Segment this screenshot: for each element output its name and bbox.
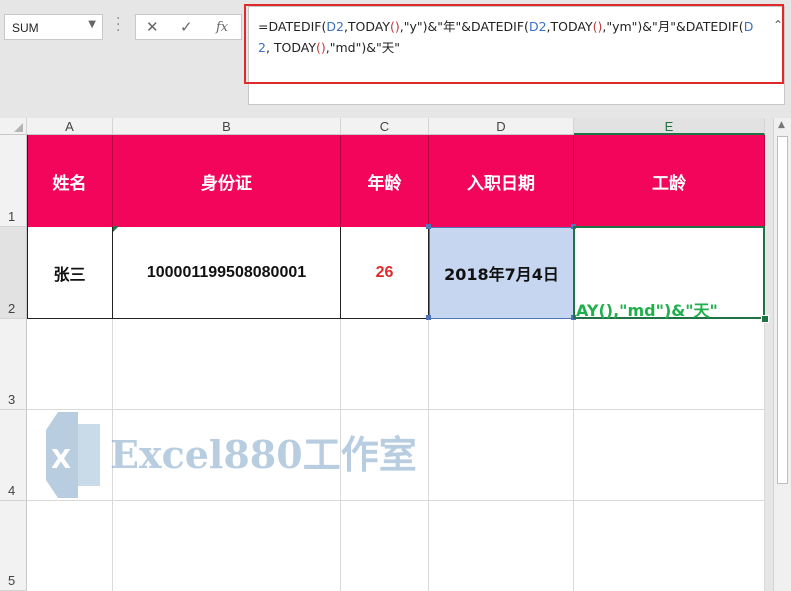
formula-part: D2 <box>326 19 344 34</box>
resize-handle[interactable] <box>426 315 431 320</box>
row-header-3[interactable]: 3 <box>0 319 27 410</box>
cell-name[interactable]: 张三 <box>27 227 113 319</box>
close-icon[interactable]: ✕ <box>146 18 159 36</box>
error-indicator-icon <box>113 226 119 232</box>
row-header-1[interactable]: 1 <box>0 135 27 227</box>
scroll-up-icon[interactable]: ▲ <box>778 120 785 130</box>
cell-hire-date[interactable]: 2018年7月4日 <box>429 227 574 319</box>
column-header-b[interactable]: B <box>113 118 341 135</box>
formula-buttons: ✕ ✓ fx <box>135 14 242 40</box>
column-header-a[interactable]: A <box>27 118 113 135</box>
check-icon[interactable]: ✓ <box>180 18 193 36</box>
drag-handle-icon[interactable]: · · · <box>116 12 122 38</box>
formula-part: () <box>390 19 400 34</box>
cell-editing-text[interactable]: AY(),"md")&"天" <box>576 297 718 321</box>
resize-handle[interactable] <box>571 224 576 229</box>
formula-part: ,TODAY <box>343 19 391 34</box>
name-box[interactable]: SUM ▼ <box>4 14 103 40</box>
header-cell-age[interactable]: 年龄 <box>341 135 429 227</box>
scrollbar-thumb[interactable] <box>777 136 788 484</box>
formula-part: =DATEDIF( <box>258 19 327 34</box>
column-header-e[interactable]: E <box>574 118 765 135</box>
vertical-scrollbar[interactable]: ▲ <box>773 118 791 591</box>
formula-part: ,TODAY <box>546 19 593 34</box>
formula-part: ,"md")&"天" <box>325 40 400 55</box>
fx-icon[interactable]: fx <box>216 20 228 35</box>
cell-age[interactable]: 26 <box>341 227 429 319</box>
formula-part: ,"y")&"年"&DATEDIF( <box>399 19 529 34</box>
row-header-4[interactable]: 4 <box>0 410 27 501</box>
formula-part: () <box>592 19 603 34</box>
resize-handle[interactable] <box>426 224 431 229</box>
formula-part: D2 <box>528 19 547 34</box>
header-cell-name[interactable]: 姓名 <box>27 135 113 227</box>
chevron-down-icon[interactable]: ▼ <box>88 19 96 30</box>
row-header-5[interactable]: 5 <box>0 501 27 591</box>
row-header-2[interactable]: 2 <box>0 227 27 319</box>
name-box-value: SUM <box>12 21 39 35</box>
collapse-icon[interactable]: ⌃ <box>773 18 783 32</box>
header-cell-id[interactable]: 身份证 <box>113 135 341 227</box>
select-all-corner[interactable] <box>0 118 27 135</box>
formula-text[interactable]: =DATEDIF(D2,TODAY(),"y")&"年"&DATEDIF(D2,… <box>258 16 758 58</box>
formula-bar-area: SUM ▼ · · · ✕ ✓ fx =DATEDIF(D2,TODAY(),"y"… <box>0 0 791 113</box>
formula-part: ,"ym")&"月"&DATEDIF( <box>602 19 744 34</box>
formula-part: , TODAY <box>265 40 316 55</box>
header-cell-seniority[interactable]: 工龄 <box>574 135 765 227</box>
column-header-d[interactable]: D <box>429 118 574 135</box>
column-header-c[interactable]: C <box>341 118 429 135</box>
formula-part: () <box>316 40 326 55</box>
header-cell-hire-date[interactable]: 入职日期 <box>429 135 574 227</box>
cell-id-number[interactable]: 100001199508080001 <box>113 227 341 319</box>
fill-handle[interactable] <box>761 315 769 323</box>
